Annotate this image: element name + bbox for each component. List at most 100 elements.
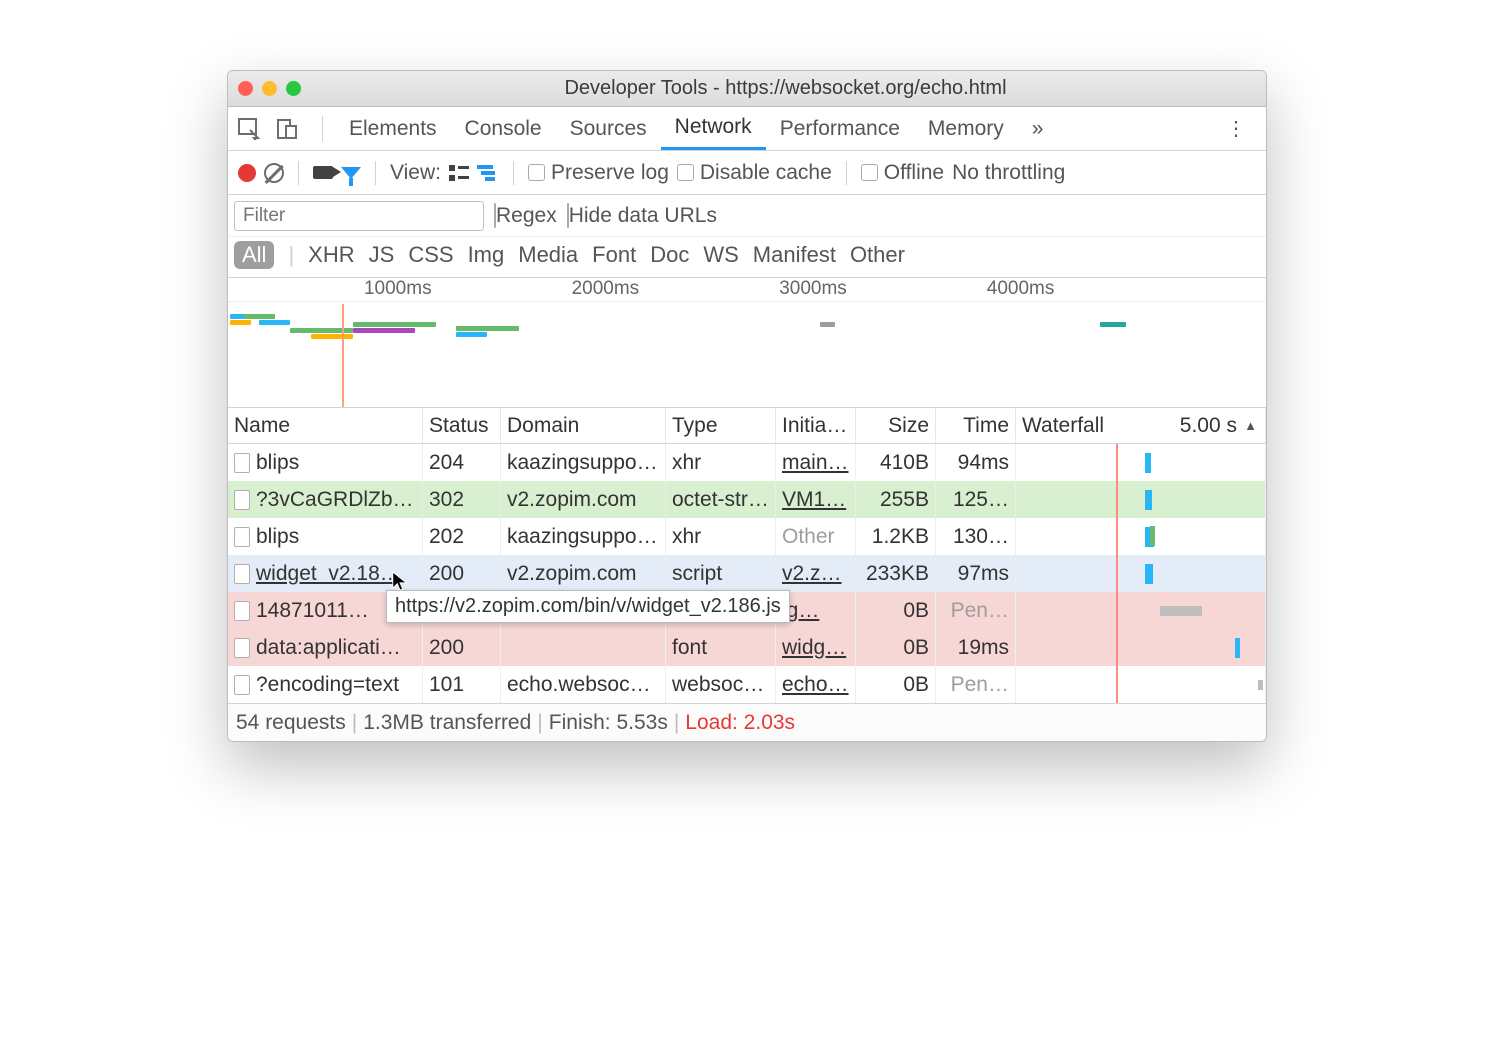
filter-icon[interactable] — [341, 167, 361, 179]
select-element-icon[interactable] — [238, 118, 260, 140]
throttling-select[interactable]: No throttling — [952, 161, 1065, 185]
window-controls — [238, 81, 301, 96]
col-type[interactable]: Type — [666, 408, 776, 443]
filter-input[interactable] — [234, 201, 484, 231]
network-controls: View: Preserve log Disable cache Offline… — [228, 151, 1266, 195]
status-cell: 200 — [423, 629, 501, 666]
preserve-log-checkbox[interactable]: Preserve log — [528, 161, 669, 185]
time-cell: 94ms — [936, 444, 1016, 481]
file-icon — [234, 601, 250, 621]
col-waterfall[interactable]: Waterfall 5.00 s ▲ — [1016, 408, 1266, 443]
col-status[interactable]: Status — [423, 408, 501, 443]
status-load: Load: 2.03s — [685, 711, 795, 735]
type-filter-css[interactable]: CSS — [408, 242, 453, 268]
type-filter-row: All | XHR JS CSS Img Media Font Doc WS M… — [228, 237, 1266, 278]
table-row[interactable]: widget_v2.18…200v2.zopim.comscriptv2.z…2… — [228, 555, 1266, 592]
tab-memory[interactable]: Memory — [914, 109, 1018, 149]
size-cell: 233KB — [856, 555, 936, 592]
initiator-cell: echo… — [776, 666, 856, 703]
col-size[interactable]: Size — [856, 408, 936, 443]
tab-console[interactable]: Console — [451, 109, 556, 149]
domain-cell: v2.zopim.com — [501, 481, 666, 518]
type-filter-doc[interactable]: Doc — [650, 242, 689, 268]
initiator-cell: widg… — [776, 629, 856, 666]
view-waterfall-icon[interactable] — [477, 165, 499, 181]
status-requests: 54 requests — [236, 711, 346, 735]
size-cell: 0B — [856, 629, 936, 666]
cursor-icon — [391, 570, 409, 592]
domain-cell: v2.zopim.com — [501, 555, 666, 592]
devtools-window: Developer Tools - https://websocket.org/… — [227, 70, 1267, 742]
tab-performance[interactable]: Performance — [766, 109, 914, 149]
type-cell: xhr — [666, 444, 776, 481]
time-cell: 125… — [936, 481, 1016, 518]
overview-tick: 4000ms — [987, 278, 1059, 300]
type-filter-ws[interactable]: WS — [703, 242, 738, 268]
type-filter-font[interactable]: Font — [592, 242, 636, 268]
table-row[interactable]: blips202kaazingsuppo…xhrOther1.2KB130… — [228, 518, 1266, 555]
tab-network[interactable]: Network — [661, 107, 766, 150]
file-icon — [234, 638, 250, 658]
col-name[interactable]: Name — [228, 408, 423, 443]
col-initiator[interactable]: Initia… — [776, 408, 856, 443]
table-row[interactable]: data:applicati…200fontwidg…0B19ms — [228, 629, 1266, 666]
status-finish: Finish: 5.53s — [549, 711, 668, 735]
time-cell: 19ms — [936, 629, 1016, 666]
close-window-button[interactable] — [238, 81, 253, 96]
domain-cell: echo.websoc… — [501, 666, 666, 703]
domain-cell: kaazingsuppo… — [501, 444, 666, 481]
table-header: Name Status Domain Type Initia… Size Tim… — [228, 408, 1266, 444]
waterfall-cell — [1016, 592, 1266, 629]
view-large-icon[interactable] — [449, 165, 469, 181]
type-filter-media[interactable]: Media — [518, 242, 578, 268]
type-filter-js[interactable]: JS — [369, 242, 395, 268]
hide-data-urls-checkbox[interactable]: Hide data URLs — [567, 204, 717, 228]
request-name: data:applicati… — [256, 636, 401, 660]
disable-cache-checkbox[interactable]: Disable cache — [677, 161, 832, 185]
type-cell: websoc… — [666, 666, 776, 703]
status-transferred: 1.3MB transferred — [363, 711, 531, 735]
type-filter-img[interactable]: Img — [468, 242, 505, 268]
col-domain[interactable]: Domain — [501, 408, 666, 443]
table-row[interactable]: ?3vCaGRDlZb…302v2.zopim.comoctet-str…VM1… — [228, 481, 1266, 518]
sort-asc-icon: ▲ — [1244, 418, 1257, 433]
offline-checkbox[interactable]: Offline — [861, 161, 944, 185]
capture-screenshots-icon[interactable] — [313, 166, 333, 179]
record-button[interactable] — [238, 164, 256, 182]
waterfall-cell — [1016, 555, 1266, 592]
file-icon — [234, 675, 250, 695]
size-cell: 1.2KB — [856, 518, 936, 555]
minimize-window-button[interactable] — [262, 81, 277, 96]
clear-button[interactable] — [264, 163, 284, 183]
type-filter-other[interactable]: Other — [850, 242, 905, 268]
initiator-cell: Other — [776, 518, 856, 555]
type-filter-xhr[interactable]: XHR — [308, 242, 354, 268]
overview-timeline[interactable]: 1000ms 2000ms 3000ms 4000ms 50 — [228, 278, 1266, 408]
regex-checkbox[interactable]: Regex — [494, 204, 557, 228]
status-bar: 54 requests | 1.3MB transferred | Finish… — [228, 703, 1266, 741]
type-filter-all[interactable]: All — [234, 241, 274, 269]
toggle-device-icon[interactable] — [276, 118, 298, 140]
table-body: blips204kaazingsuppo…xhrmain…410B94ms?3v… — [228, 444, 1266, 703]
time-cell: 130… — [936, 518, 1016, 555]
status-cell: 202 — [423, 518, 501, 555]
waterfall-cell — [1016, 666, 1266, 703]
initiator-cell: VM1… — [776, 481, 856, 518]
tab-elements[interactable]: Elements — [335, 109, 451, 149]
table-row[interactable]: blips204kaazingsuppo…xhrmain…410B94ms — [228, 444, 1266, 481]
filter-row: Regex Hide data URLs — [228, 195, 1266, 237]
type-filter-manifest[interactable]: Manifest — [753, 242, 836, 268]
size-cell: 0B — [856, 592, 936, 629]
time-cell: Pen… — [936, 592, 1016, 629]
overview-tick: 2000ms — [572, 278, 644, 300]
tabs-overflow[interactable]: » — [1018, 109, 1058, 149]
tab-sources[interactable]: Sources — [556, 109, 661, 149]
request-name: ?3vCaGRDlZb… — [256, 488, 414, 512]
col-time[interactable]: Time — [936, 408, 1016, 443]
window-title: Developer Tools - https://websocket.org/… — [315, 77, 1256, 100]
time-cell: Pen… — [936, 666, 1016, 703]
kebab-menu-icon[interactable]: ⋮ — [1216, 112, 1256, 145]
table-row[interactable]: ?encoding=text101echo.websoc…websoc…echo… — [228, 666, 1266, 703]
request-name: blips — [256, 451, 299, 475]
zoom-window-button[interactable] — [286, 81, 301, 96]
